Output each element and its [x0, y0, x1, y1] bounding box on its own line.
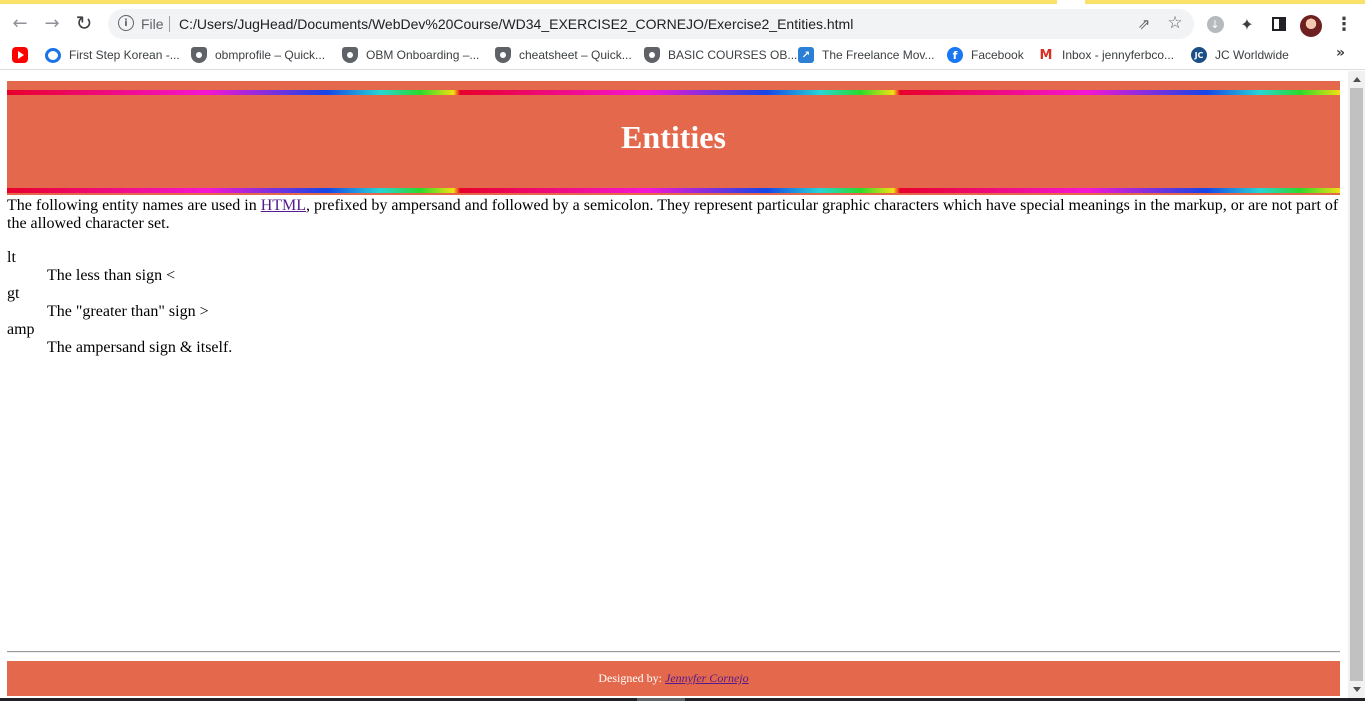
page-header: Entities [7, 81, 1340, 195]
bookmark-label: obmprofile – Quick... [215, 48, 326, 62]
address-bar[interactable]: i File C:/Users/JugHead/Documents/WebDev… [108, 9, 1194, 39]
arrow-right-icon: → [44, 12, 60, 34]
shield-icon [191, 47, 207, 63]
extensions-button[interactable]: ✦ [1237, 14, 1257, 34]
page-viewport: Entities The following entity names are … [0, 71, 1348, 698]
url-text[interactable]: C:/Users/JugHead/Documents/WebDev%20Cour… [179, 16, 853, 32]
footer-divider [7, 651, 1340, 653]
rainbow-rule-bottom [7, 188, 1340, 193]
footer-label: Designed by: [598, 671, 665, 685]
shield-icon [495, 47, 511, 63]
intro-paragraph: The following entity names are used in H… [7, 197, 1342, 233]
shield-icon [644, 47, 660, 63]
author-link[interactable]: Jennyfer Cornejo [665, 671, 749, 685]
bookmark-cheatsheet[interactable]: cheatsheet – Quick... [495, 46, 632, 64]
bookmark-label: Facebook [971, 48, 1024, 62]
arrow-left-icon: ← [12, 12, 28, 34]
back-button[interactable]: ← [8, 12, 32, 34]
scheme-label: File [141, 16, 164, 32]
freelance-icon: ↗ [798, 47, 814, 63]
side-panel-button[interactable] [1269, 14, 1289, 34]
bookmark-first-step-korean[interactable]: First Step Korean -... [45, 46, 180, 64]
bookmark-obmprofile[interactable]: obmprofile – Quick... [191, 46, 325, 64]
bookmark-label: The Freelance Mov... [822, 48, 935, 62]
forward-button[interactable]: → [40, 12, 64, 34]
bookmark-freelance-movement[interactable]: ↗ The Freelance Mov... [798, 46, 935, 64]
puzzle-icon: ✦ [1240, 14, 1254, 34]
bookmark-label: OBM Onboarding –... [366, 48, 480, 62]
bookmark-obm-onboarding[interactable]: OBM Onboarding –... [342, 46, 479, 64]
bookmark-inbox[interactable]: M Inbox - jennyferbco... [1038, 46, 1174, 64]
intro-text-before: The following entity names are used in [7, 197, 261, 214]
bookmark-label: JC Worldwide [1215, 48, 1289, 62]
vertical-scrollbar[interactable] [1348, 71, 1365, 698]
coursera-icon [45, 47, 61, 63]
bookmark-label: First Step Korean -... [69, 48, 180, 62]
bookmark-label: cheatsheet – Quick... [519, 48, 632, 62]
bookmarks-bar: First Step Korean -... obmprofile – Quic… [0, 40, 1365, 70]
bookmark-label: BASIC COURSES OB... [668, 48, 798, 62]
rainbow-rule-top [7, 90, 1340, 95]
shield-icon [342, 47, 358, 63]
side-panel-icon [1272, 17, 1286, 31]
page-footer: Designed by: Jennyfer Cornejo [7, 661, 1340, 696]
star-icon[interactable]: ☆ [1166, 14, 1184, 32]
bookmark-facebook[interactable]: f Facebook [947, 46, 1024, 64]
bookmark-basic-courses[interactable]: BASIC COURSES OB... [644, 46, 797, 64]
share-icon[interactable]: ⇗ [1135, 15, 1153, 33]
scroll-up-icon[interactable] [1348, 71, 1365, 88]
youtube-icon [12, 47, 28, 63]
page-title: Entities [621, 119, 726, 155]
entity-desc-lt: The less than sign < [47, 267, 176, 284]
scroll-down-icon[interactable] [1348, 681, 1365, 698]
entity-list: lt The less than sign < gt The "greater … [7, 249, 1342, 357]
jc-icon: JC [1191, 47, 1207, 63]
facebook-icon: f [947, 47, 963, 63]
info-icon[interactable]: i [118, 15, 134, 31]
download-icon: ↓ [1206, 15, 1224, 33]
reload-button[interactable]: ↻ [72, 11, 96, 35]
bookmark-label: Inbox - jennyferbco... [1062, 48, 1175, 62]
reload-icon: ↻ [75, 11, 93, 35]
html-link[interactable]: HTML [261, 197, 306, 214]
address-divider [169, 16, 170, 32]
scrollbar-thumb[interactable] [1350, 88, 1363, 681]
bookmarks-overflow-button[interactable]: » [1336, 45, 1345, 61]
entity-name-lt: lt [7, 249, 16, 266]
download-button[interactable]: ↓ [1205, 14, 1225, 34]
page-content: The following entity names are used in H… [7, 197, 1342, 357]
bookmark-jc-worldwide[interactable]: JC JC Worldwide [1191, 46, 1289, 64]
entity-desc-amp: The ampersand sign & itself. [47, 339, 233, 356]
entity-desc-gt: The "greater than" sign > [47, 303, 209, 320]
entity-name-amp: amp [7, 321, 35, 338]
gmail-icon: M [1038, 47, 1054, 63]
avatar[interactable] [1300, 15, 1322, 37]
kebab-menu-icon[interactable]: ⋮ [1334, 14, 1354, 35]
entity-name-gt: gt [7, 285, 20, 302]
bookmark-youtube[interactable] [12, 46, 28, 64]
browser-toolbar: ← → ↻ i File C:/Users/JugHead/Documents/… [0, 4, 1365, 40]
